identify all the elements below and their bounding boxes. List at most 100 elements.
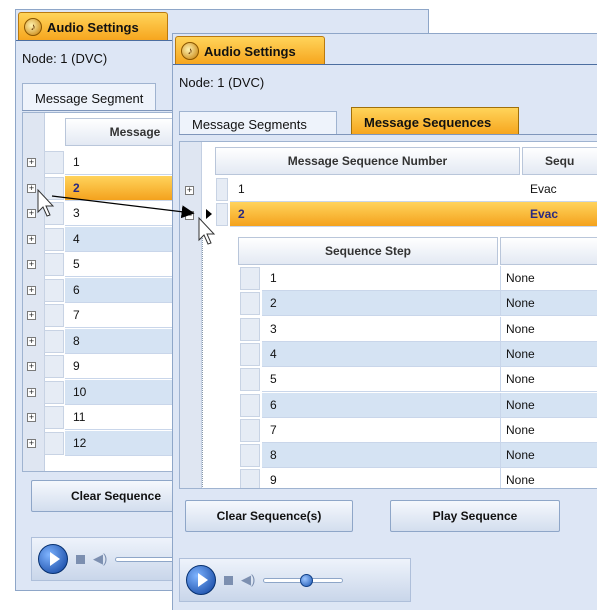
expand-icon[interactable]: + [27,413,36,422]
row-header[interactable] [240,393,260,417]
front-audio-player: ◀) [179,558,411,602]
expand-icon[interactable]: + [27,183,36,193]
expand-icon[interactable]: + [27,387,36,397]
step-value-cell: None [500,341,597,367]
volume-slider-knob[interactable] [300,573,314,587]
tab-message-sequences[interactable]: Message Sequences [351,107,519,135]
play-sequence-label: Play Sequence [432,509,518,523]
step-value-cell: None [500,316,597,342]
expand-icon[interactable]: + [27,260,36,269]
step-row[interactable]: 7 None [262,417,597,443]
row-header[interactable] [240,342,260,366]
collapse-icon[interactable]: − [185,211,194,220]
row-pointer-icon [206,209,212,219]
expand-icon[interactable]: + [27,158,36,167]
back-title-tab[interactable]: ♪ Audio Settings [18,12,168,41]
step-row[interactable]: 2 None [262,291,597,317]
clear-sequences-button[interactable]: Clear Sequence(s) [185,500,353,532]
step-number-cell: 4 [262,341,500,367]
row-header[interactable] [44,431,64,455]
step-number-cell: 5 [262,367,500,393]
step-number-cell: 1 [262,266,500,291]
step-number-cell: 8 [262,443,500,469]
row-header[interactable] [44,202,64,225]
expand-icon[interactable]: + [27,336,36,346]
col-header-sequence-step[interactable]: Sequence Step [238,237,498,265]
back-tab-message-segments[interactable]: Message Segment [22,83,157,111]
row-header[interactable] [240,317,260,341]
expand-icon[interactable]: + [27,438,36,448]
col-header-sequence[interactable]: Sequ [522,147,597,175]
row-header[interactable] [216,203,228,226]
step-value-cell: None [500,266,597,291]
row-header[interactable] [44,176,64,200]
step-row[interactable]: 8 None [262,443,597,469]
row-header[interactable] [216,178,228,201]
front-title-tab[interactable]: ♪ Audio Settings [175,36,325,65]
row-header[interactable] [240,469,260,488]
expand-icon[interactable]: + [27,311,36,320]
row-header[interactable] [44,151,64,174]
row-header[interactable] [240,368,260,392]
expand-icon[interactable]: + [185,186,194,195]
step-number-cell: 7 [262,417,500,443]
expand-icon[interactable]: + [27,209,36,218]
step-value-cell: None [500,443,597,469]
volume-icon[interactable]: ◀) [93,551,107,567]
col-header-step-value[interactable] [500,237,597,265]
stop-icon[interactable] [224,575,233,585]
row-header[interactable] [240,267,260,290]
step-row[interactable]: 3 None [262,316,597,342]
step-row[interactable]: 4 None [262,341,597,367]
back-title-text: Audio Settings [47,19,139,35]
row-header[interactable] [44,406,64,429]
sequence-number-cell: 1 [230,177,522,202]
sequence-name-cell: Evac [522,202,597,227]
sequence-number-cell: 2 [230,202,522,227]
sequence-row[interactable]: 1 Evac [230,177,597,202]
step-number-cell: 2 [262,291,500,317]
step-value-cell: None [500,291,597,317]
row-header[interactable] [44,278,64,302]
step-row[interactable]: 1 None [262,266,597,291]
front-title-bar: ♪ Audio Settings [173,34,597,65]
audio-settings-icon: ♪ [24,18,42,36]
front-volume-slider[interactable] [263,573,344,587]
expand-icon[interactable]: + [27,285,36,295]
play-sequence-button[interactable]: Play Sequence [390,500,560,532]
col-header-sequence-number[interactable]: Message Sequence Number [215,147,520,175]
row-header[interactable] [44,253,64,276]
step-row[interactable]: 9 None [262,468,597,488]
row-header[interactable] [44,304,64,327]
col-header-sequence-step-label: Sequence Step [324,244,412,258]
step-value-cell: None [500,367,597,393]
expand-icon[interactable]: + [27,234,36,244]
volume-icon[interactable]: ◀) [241,572,255,588]
stop-icon[interactable] [76,554,85,564]
front-audio-settings-window: ♪ Audio Settings Node: 1 (DVC) Message S… [172,33,597,610]
row-header[interactable] [240,292,260,316]
play-icon[interactable] [186,565,216,595]
step-row[interactable]: 5 None [262,367,597,393]
row-header[interactable] [44,329,64,353]
tree-line [202,227,216,488]
play-icon[interactable] [38,544,68,574]
expand-icon[interactable]: + [27,362,36,371]
back-clear-sequence-label: Clear Sequence [70,489,162,503]
step-row[interactable]: 6 None [262,392,597,418]
front-tab-strip: Message Segments Message Sequences [179,107,597,135]
row-header[interactable] [44,227,64,251]
step-value-cell: None [500,468,597,488]
sequence-name-cell: Evac [522,177,597,202]
step-number-cell: 3 [262,316,500,342]
col-header-sequence-number-label: Message Sequence Number [287,154,448,168]
row-header[interactable] [240,418,260,442]
audio-settings-icon: ♪ [181,42,199,60]
sequence-row[interactable]: 2 Evac [230,202,597,227]
col-header-sequence-label: Sequ [545,154,575,168]
row-header[interactable] [44,355,64,378]
tab-message-segments[interactable]: Message Segments [179,111,337,135]
row-header[interactable] [240,444,260,468]
row-header[interactable] [44,380,64,404]
back-node-label: Node: 1 (DVC) [22,51,108,66]
